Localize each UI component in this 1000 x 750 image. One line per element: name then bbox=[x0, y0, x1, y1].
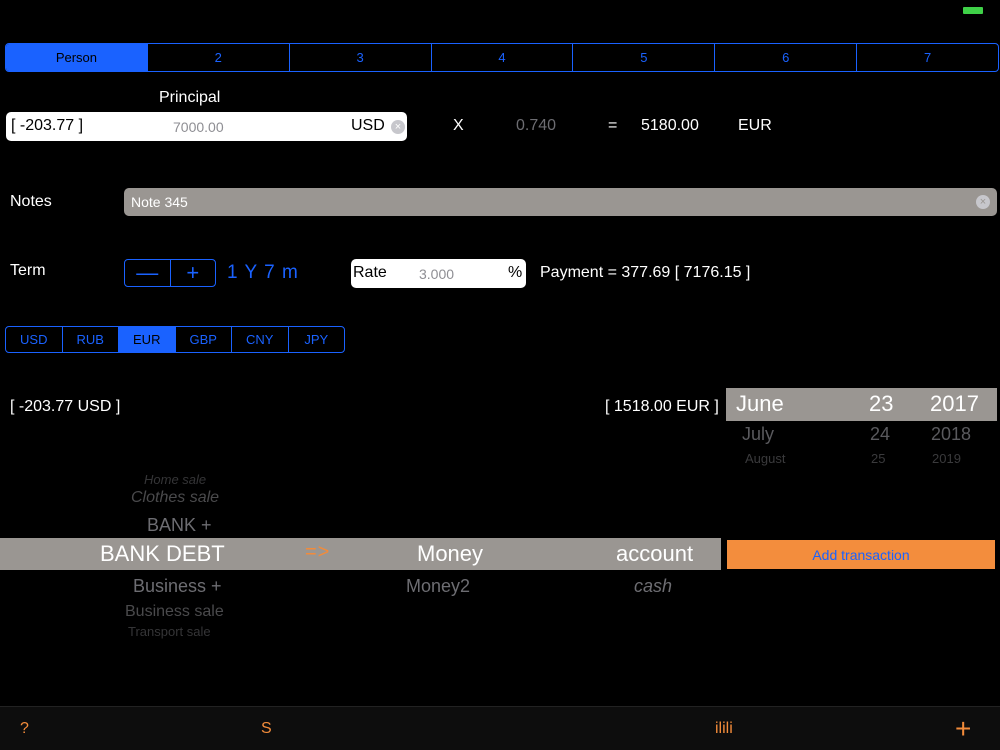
account-option[interactable]: cash bbox=[634, 576, 672, 597]
multiply-sign: X bbox=[453, 117, 464, 134]
rate-placeholder: 3.000 bbox=[419, 266, 455, 282]
currency-cny[interactable]: CNY bbox=[231, 327, 288, 352]
converted-currency: EUR bbox=[738, 117, 772, 134]
category-option[interactable]: Home sale bbox=[144, 472, 206, 487]
rate-unit: % bbox=[508, 264, 523, 281]
currency-gbp[interactable]: GBP bbox=[174, 327, 232, 352]
exchange-rate: 0.740 bbox=[516, 117, 557, 134]
principal-placeholder: 7000.00 bbox=[173, 119, 224, 135]
tab-4[interactable]: 4 bbox=[430, 44, 573, 71]
currency-usd[interactable]: USD bbox=[6, 327, 62, 352]
balance-eur: [ 1518.00 EUR ] bbox=[605, 398, 719, 415]
principal-label: Principal bbox=[159, 89, 221, 106]
year-next2[interactable]: 2019 bbox=[932, 451, 961, 466]
day-selected[interactable]: 23 bbox=[869, 391, 893, 417]
principal-field[interactable]: [ -203.77 ] 7000.00 USD × bbox=[6, 112, 407, 141]
year-selected[interactable]: 2017 bbox=[930, 391, 979, 417]
add-transaction-button[interactable]: Add transaction bbox=[727, 540, 995, 569]
clear-icon[interactable]: × bbox=[976, 195, 990, 209]
year-next[interactable]: 2018 bbox=[931, 424, 971, 445]
s-button[interactable]: S bbox=[261, 720, 272, 738]
month-next2[interactable]: August bbox=[745, 451, 785, 466]
notes-field[interactable]: Note 345 × bbox=[124, 188, 997, 216]
term-label: Term bbox=[10, 262, 46, 279]
transfer-arrow: => bbox=[305, 541, 331, 563]
month-selected[interactable]: June bbox=[736, 391, 784, 417]
account-selected[interactable]: account bbox=[616, 541, 693, 567]
tab-2[interactable]: 2 bbox=[146, 44, 289, 71]
category-option[interactable]: Business + bbox=[133, 576, 222, 597]
tab-person[interactable]: Person bbox=[6, 44, 147, 71]
tab-3[interactable]: 3 bbox=[288, 44, 431, 71]
category-option[interactable]: Transport sale bbox=[128, 624, 211, 639]
month-next[interactable]: July bbox=[742, 424, 774, 445]
currency-eur[interactable]: EUR bbox=[118, 327, 175, 352]
notes-label: Notes bbox=[10, 193, 52, 210]
day-next[interactable]: 24 bbox=[870, 424, 890, 445]
source-selected[interactable]: Money bbox=[417, 541, 483, 567]
tab-6[interactable]: 6 bbox=[714, 44, 856, 71]
notes-value: Note 345 bbox=[131, 194, 188, 210]
category-option[interactable]: Clothes sale bbox=[131, 489, 219, 507]
category-option[interactable]: BANK + bbox=[147, 515, 212, 536]
currency-jpy[interactable]: JPY bbox=[287, 327, 345, 352]
term-value: 1 Y 7 m bbox=[227, 262, 299, 283]
clear-icon[interactable]: × bbox=[391, 120, 405, 134]
principal-value: [ -203.77 ] bbox=[11, 117, 84, 134]
currency-rub[interactable]: RUB bbox=[61, 327, 119, 352]
bottom-toolbar: ? S ilili + bbox=[0, 706, 1000, 750]
rate-label: Rate bbox=[353, 264, 387, 281]
currency-selector: USD RUB EUR GBP CNY JPY bbox=[5, 326, 345, 353]
category-selected[interactable]: BANK DEBT bbox=[100, 541, 225, 567]
source-option[interactable]: Money2 bbox=[406, 576, 470, 597]
payment-text: Payment = 377.69 [ 7176.15 ] bbox=[540, 264, 751, 281]
battery-icon bbox=[963, 7, 983, 14]
category-option[interactable]: Business sale bbox=[125, 603, 224, 621]
day-next2[interactable]: 25 bbox=[871, 451, 885, 466]
plus-button[interactable]: + bbox=[169, 260, 216, 286]
term-stepper: — + bbox=[124, 259, 216, 287]
add-icon[interactable]: + bbox=[955, 713, 971, 745]
rate-field[interactable]: Rate 3.000 % bbox=[351, 259, 526, 288]
tab-5[interactable]: 5 bbox=[572, 44, 714, 71]
principal-currency: USD bbox=[351, 117, 385, 134]
equals-sign: = bbox=[608, 117, 618, 134]
help-button[interactable]: ? bbox=[20, 720, 29, 738]
chart-icon[interactable]: ilili bbox=[715, 720, 733, 738]
minus-button[interactable]: — bbox=[125, 260, 170, 286]
converted-amount: 5180.00 bbox=[641, 117, 699, 134]
tab-7[interactable]: 7 bbox=[856, 44, 998, 71]
person-tabs: Person 2 3 4 5 6 7 bbox=[5, 43, 999, 72]
balance-usd: [ -203.77 USD ] bbox=[10, 398, 121, 415]
